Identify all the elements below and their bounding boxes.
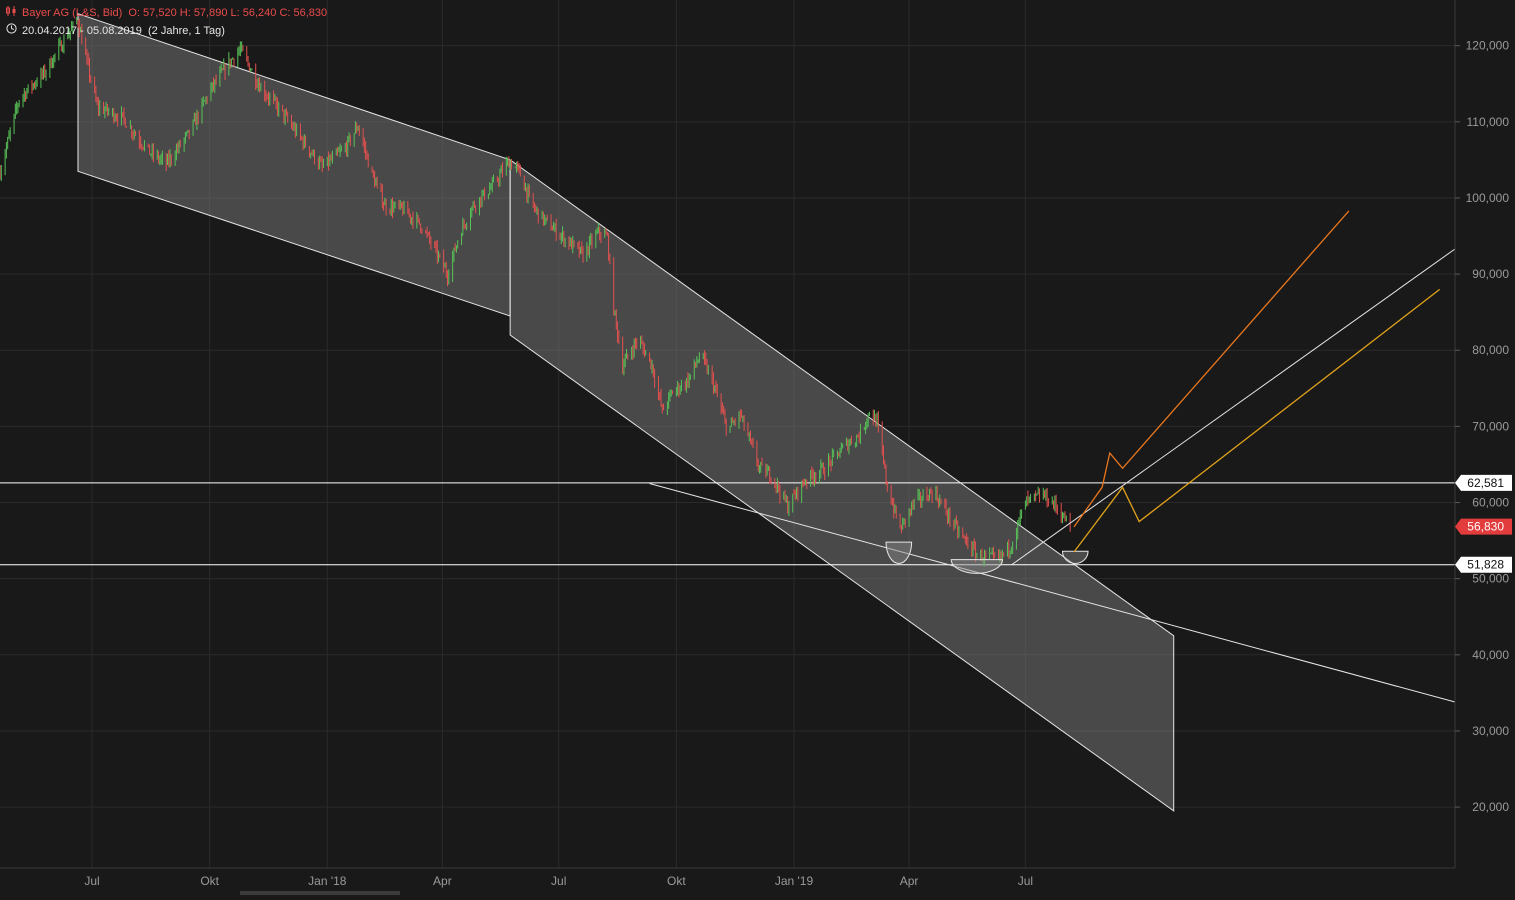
instrument-name: Bayer AG (L&S, Bid) <box>22 7 123 19</box>
clock-icon <box>6 23 17 37</box>
y-tick-label: 120,000 <box>1466 39 1510 53</box>
price-badge-label: 62,581 <box>1467 476 1504 490</box>
scrollbar-thumb <box>240 891 400 895</box>
candlestick-icon <box>6 6 17 19</box>
y-tick-label: 110,000 <box>1467 115 1510 129</box>
period-label: (2 Jahre, 1 Tag) <box>148 25 225 37</box>
y-tick-label: 50,000 <box>1472 572 1509 586</box>
x-tick-label: Jul <box>1018 874 1033 888</box>
instrument-header: Bayer AG (L&S, Bid) O: 57,520 H: 57,890 … <box>6 6 327 19</box>
y-tick-label: 90,000 <box>1472 267 1509 281</box>
x-tick-label: Jan '19 <box>775 874 814 888</box>
date-range: 20.04.2017 - 05.08.2019 <box>22 25 142 37</box>
price-badge-label: 56,830 <box>1467 520 1504 534</box>
y-tick-label: 30,000 <box>1472 724 1509 738</box>
y-tick-label: 80,000 <box>1472 343 1509 357</box>
price-badges: 62,581 51,828 56,830 <box>1455 474 1512 573</box>
x-tick-label: Jan '18 <box>308 874 347 888</box>
range-header: 20.04.2017 - 05.08.2019 (2 Jahre, 1 Tag) <box>6 23 225 37</box>
x-tick-label: Jul <box>84 874 99 888</box>
x-tick-label: Apr <box>900 874 919 888</box>
y-tick-label: 40,000 <box>1472 648 1509 662</box>
x-tick-label: Jul <box>551 874 566 888</box>
price-chart[interactable]: 20,000 30,000 40,000 50,000 60,000 70,000 80,0… <box>0 0 1515 895</box>
price-badge-label: 51,828 <box>1467 558 1504 572</box>
y-tick-label: 20,000 <box>1472 800 1509 814</box>
ohlc-values: O: 57,520 H: 57,890 L: 56,240 C: 56,830 <box>128 7 328 19</box>
x-tick-label: Okt <box>667 874 686 888</box>
y-tick-label: 60,000 <box>1472 496 1509 510</box>
x-tick-label: Apr <box>433 874 452 888</box>
y-tick-label: 100,000 <box>1466 191 1510 205</box>
chart-root[interactable]: 20,000 30,000 40,000 50,000 60,000 70,000 80,0… <box>0 0 1515 895</box>
y-tick-label: 70,000 <box>1472 419 1509 433</box>
x-tick-label: Okt <box>200 874 219 888</box>
